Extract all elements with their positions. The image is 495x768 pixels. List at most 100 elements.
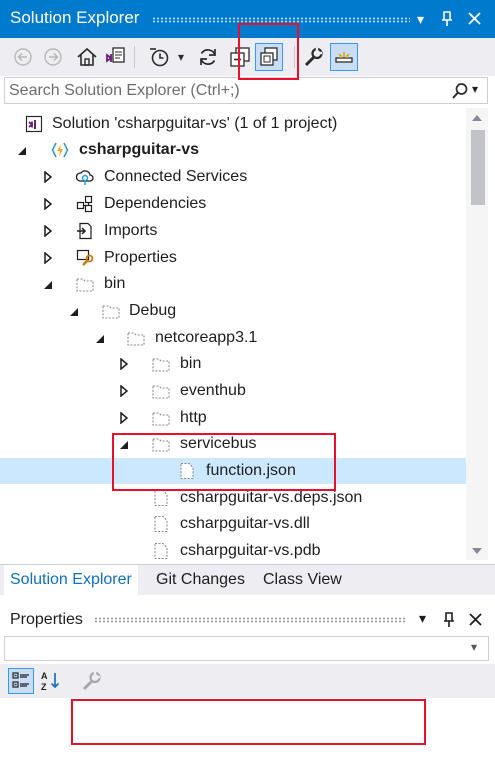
expanded-arrow-icon[interactable] (17, 145, 27, 157)
object-selector-dropdown[interactable]: ▾ (4, 636, 489, 661)
pin-icon[interactable] (441, 11, 453, 27)
excluded-folder-icon (127, 332, 145, 346)
collapsed-arrow-icon[interactable] (43, 198, 53, 210)
tree-item-label: Connected Services (104, 168, 248, 185)
tree-item-pdb[interactable]: csharpguitar-vs.pdb (0, 538, 466, 560)
collapsed-arrow-icon[interactable] (43, 225, 53, 237)
tree-item-label: csharpguitar-vs.deps.json (180, 489, 363, 506)
window-menu-chevron-icon[interactable]: ▾ (417, 9, 424, 29)
collapsed-arrow-icon[interactable] (119, 358, 129, 370)
property-pages-button[interactable] (78, 668, 104, 694)
annotation-highlight-box (238, 23, 299, 80)
tree-item-label: Debug (129, 302, 177, 319)
tree-item-dll[interactable]: csharpguitar-vs.dll (0, 511, 466, 537)
svg-text:Z: Z (41, 682, 47, 692)
expanded-arrow-icon[interactable] (43, 279, 53, 291)
tree-item-label: Solution 'csharpguitar-vs' (1 of 1 proje… (52, 115, 338, 132)
wrench-icon (304, 47, 323, 67)
tree-item-imports[interactable]: Imports (0, 218, 466, 244)
sync-button[interactable] (195, 44, 221, 70)
dependencies-icon (76, 195, 93, 213)
annotation-highlight-box (112, 433, 336, 491)
tree-item-label: Properties (104, 249, 177, 266)
categorized-button[interactable] (8, 668, 34, 694)
home-button[interactable] (74, 44, 100, 70)
tree-item-label: csharpguitar-vs.dll (180, 515, 310, 532)
properties-toolbar: AZ (0, 664, 495, 698)
close-icon[interactable] (469, 613, 482, 626)
tree-item-label: bin (180, 355, 202, 372)
excluded-folder-icon (152, 412, 170, 426)
search-options-chevron-icon[interactable]: ▾ (472, 82, 478, 96)
back-arrow-icon (14, 48, 32, 66)
window-title: Solution Explorer (10, 8, 140, 27)
tree-item-label: netcoreapp3.1 (155, 329, 258, 346)
excluded-file-icon (154, 542, 168, 560)
preview-icon (335, 52, 353, 63)
properties-button[interactable] (300, 44, 326, 70)
home-icon (77, 47, 97, 66)
properties-title-bar: Properties ▾ (0, 606, 495, 634)
search-icon[interactable] (451, 82, 469, 100)
tree-item-connected-services[interactable]: Connected Services (0, 164, 466, 190)
tree-item-solution[interactable]: Solution 'csharpguitar-vs' (1 of 1 proje… (0, 111, 466, 137)
expanded-arrow-icon[interactable] (95, 333, 105, 345)
tree-item-http[interactable]: http (0, 405, 466, 431)
tree-item-project[interactable]: csharpguitar-vs (0, 137, 466, 163)
expanded-arrow-icon[interactable] (69, 306, 79, 318)
clock-history-icon (150, 48, 169, 67)
tab-class-view[interactable]: Class View (257, 565, 348, 595)
tree-item-dependencies[interactable]: Dependencies (0, 191, 466, 217)
tree-item-debug[interactable]: Debug (0, 298, 466, 324)
tab-solution-explorer[interactable]: Solution Explorer (4, 565, 138, 595)
tool-window-tabs: Solution Explorer Git Changes Class View (0, 564, 495, 595)
close-icon[interactable] (468, 12, 481, 25)
annotation-highlight-box (71, 699, 426, 745)
svg-text:A: A (41, 671, 48, 681)
excluded-folder-icon (152, 385, 170, 399)
drag-grip[interactable] (94, 617, 406, 623)
tree-item-eventhub[interactable]: eventhub (0, 378, 466, 404)
collapsed-arrow-icon[interactable] (43, 252, 53, 264)
tree-item-label: Imports (104, 222, 158, 239)
categorized-icon (12, 672, 29, 688)
window-menu-chevron-icon[interactable]: ▾ (419, 610, 426, 627)
properties-wrench-icon (76, 249, 94, 266)
sort-alphabetical-icon: AZ (41, 671, 60, 692)
solution-tree: Solution 'csharpguitar-vs' (1 of 1 proje… (0, 108, 466, 560)
tree-item-properties[interactable]: Properties (0, 245, 466, 271)
collapsed-arrow-icon[interactable] (43, 171, 53, 183)
excluded-folder-icon (76, 278, 94, 292)
collapsed-arrow-icon[interactable] (119, 412, 129, 424)
pending-changes-filter-button[interactable] (146, 44, 172, 70)
tree-item-netcoreapp[interactable]: netcoreapp3.1 (0, 325, 466, 351)
tree-item-label: eventhub (180, 382, 246, 399)
switch-views-button[interactable] (102, 44, 128, 70)
refresh-icon (200, 49, 216, 65)
tree-item-sub-bin[interactable]: bin (0, 351, 466, 377)
toolbar-separator (134, 46, 135, 68)
collapsed-arrow-icon[interactable] (119, 385, 129, 397)
azure-functions-icon (51, 142, 69, 158)
tree-item-label: bin (104, 275, 126, 292)
forward-button[interactable] (40, 44, 66, 70)
scrollbar-thumb[interactable] (471, 130, 485, 205)
alphabetical-button[interactable]: AZ (38, 668, 64, 694)
pin-icon[interactable] (443, 612, 455, 628)
filter-dropdown-chevron-icon[interactable]: ▾ (178, 50, 184, 64)
connected-services-icon (76, 170, 94, 185)
back-button[interactable] (10, 44, 36, 70)
scroll-down-arrow-icon[interactable] (471, 546, 483, 556)
imports-icon (77, 222, 92, 240)
tree-item-label: csharpguitar-vs.pdb (180, 542, 321, 559)
search-input[interactable] (9, 81, 439, 100)
excluded-file-icon (154, 515, 168, 533)
tree-item-label: csharpguitar-vs (79, 141, 200, 158)
wrench-icon (82, 671, 101, 691)
tab-git-changes[interactable]: Git Changes (150, 565, 251, 595)
tree-item-bin[interactable]: bin (0, 271, 466, 297)
search-box[interactable]: ▾ (4, 77, 488, 104)
scroll-up-arrow-icon[interactable] (471, 113, 483, 123)
preview-selected-items-button[interactable] (330, 43, 358, 71)
chevron-down-icon[interactable]: ▾ (471, 640, 477, 654)
